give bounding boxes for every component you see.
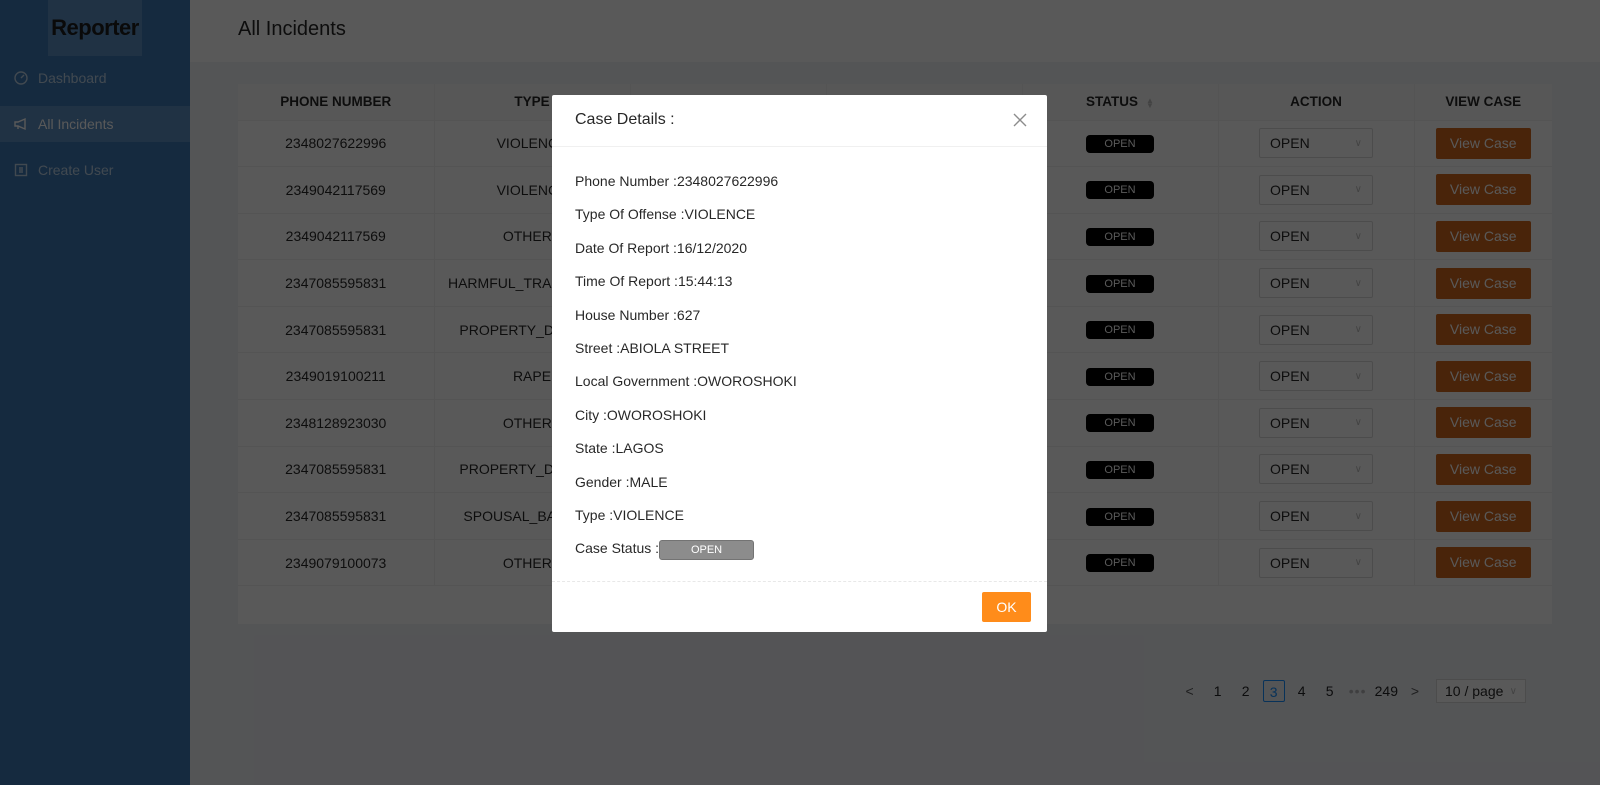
case-detail-field: Type Of Offense :VIOLENCE — [575, 206, 756, 223]
modal-header: Case Details : — [552, 95, 1047, 147]
case-status-label: Case Status : — [575, 540, 660, 557]
close-icon — [1013, 113, 1027, 127]
case-detail-field: State :LAGOS — [575, 440, 664, 457]
case-detail-field: Street :ABIOLA STREET — [575, 339, 730, 356]
case-detail-field: Gender :MALE — [575, 473, 668, 490]
case-detail-field: House Number :627 — [575, 306, 701, 323]
case-detail-field: City :OWOROSHOKI — [575, 406, 707, 423]
case-detail-field: Phone Number :2348027622996 — [575, 173, 779, 189]
case-detail-field: Local Government :OWOROSHOKI — [575, 373, 797, 390]
close-button[interactable] — [1009, 109, 1031, 131]
case-status-field: Case Status : OPEN — [575, 538, 1024, 571]
case-detail-field: Date Of Report :16/12/2020 — [575, 239, 747, 256]
modal-footer: OK — [552, 581, 1047, 632]
ok-button[interactable]: OK — [982, 592, 1031, 622]
case-detail-field: Type :VIOLENCE — [575, 506, 684, 523]
case-details-modal: Case Details : Phone Number :23480276229… — [552, 95, 1047, 632]
case-detail-field: Time Of Report :15:44:13 — [575, 273, 733, 290]
case-status-badge: OPEN — [659, 539, 755, 560]
modal-title: Case Details : — [575, 111, 675, 128]
modal-body: Phone Number :2348027622996 Type Of Offen… — [552, 147, 1047, 572]
